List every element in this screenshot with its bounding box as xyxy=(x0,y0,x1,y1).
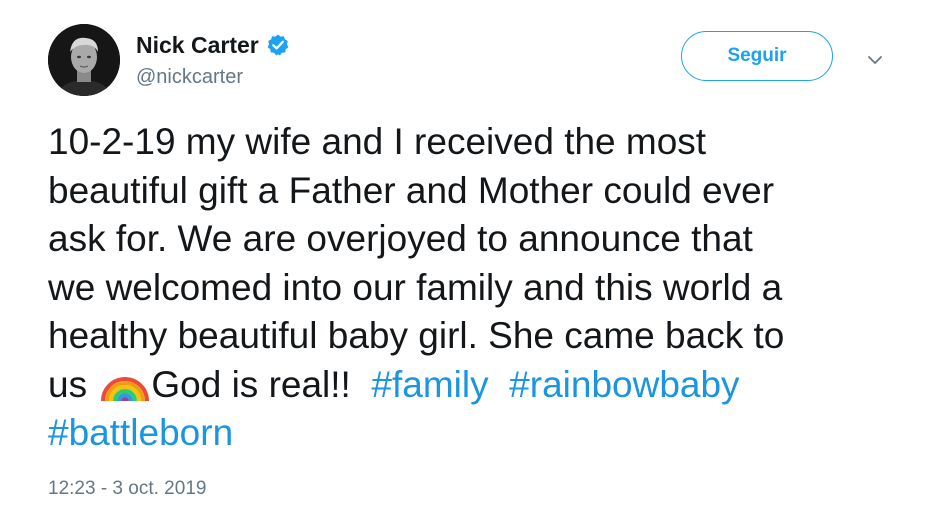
tweet-text-segment: us xyxy=(48,363,98,405)
tweet-card: Nick Carter @nickcarter Seguir 10-2-19 m… xyxy=(0,0,938,506)
tweet-text-line: we welcomed into our family and this wor… xyxy=(48,266,783,308)
tweet-text-line: us God is real!! #family #rainbowbaby xyxy=(48,361,918,410)
tweet-text-line: beautiful gift a Father and Mother could… xyxy=(48,169,775,211)
verified-badge-icon xyxy=(266,33,290,57)
tweet-text-segment: God is real!! xyxy=(151,363,351,405)
tweet-text-line: ask for. We are overjoyed to announce th… xyxy=(48,218,753,259)
tweet-text-line: 10-2-19 my wife and I received the most xyxy=(48,121,707,162)
tweet-timestamp[interactable]: 12:23 - 3 oct. 2019 xyxy=(48,478,206,500)
author-name-row[interactable]: Nick Carter xyxy=(136,30,290,60)
tweet-text-line: healthy beautiful baby girl. She came ba… xyxy=(48,315,785,356)
tweet-text: 10-2-19 my wife and I received the most … xyxy=(48,118,918,458)
tweet-text-line: #battleborn xyxy=(48,409,918,458)
author-display-name[interactable]: Nick Carter xyxy=(136,32,259,59)
profile-photo xyxy=(48,24,120,96)
follow-button-label: Seguir xyxy=(727,45,787,66)
chevron-down-icon[interactable] xyxy=(864,52,886,68)
hashtag-link[interactable]: #family xyxy=(371,364,488,405)
avatar[interactable] xyxy=(48,24,120,96)
rainbow-icon xyxy=(99,363,151,403)
hashtag-link[interactable]: #battleborn xyxy=(48,412,233,453)
follow-button[interactable]: Seguir xyxy=(681,31,833,81)
hashtag-link[interactable]: #rainbowbaby xyxy=(509,364,739,405)
author-handle[interactable]: @nickcarter xyxy=(136,66,243,89)
